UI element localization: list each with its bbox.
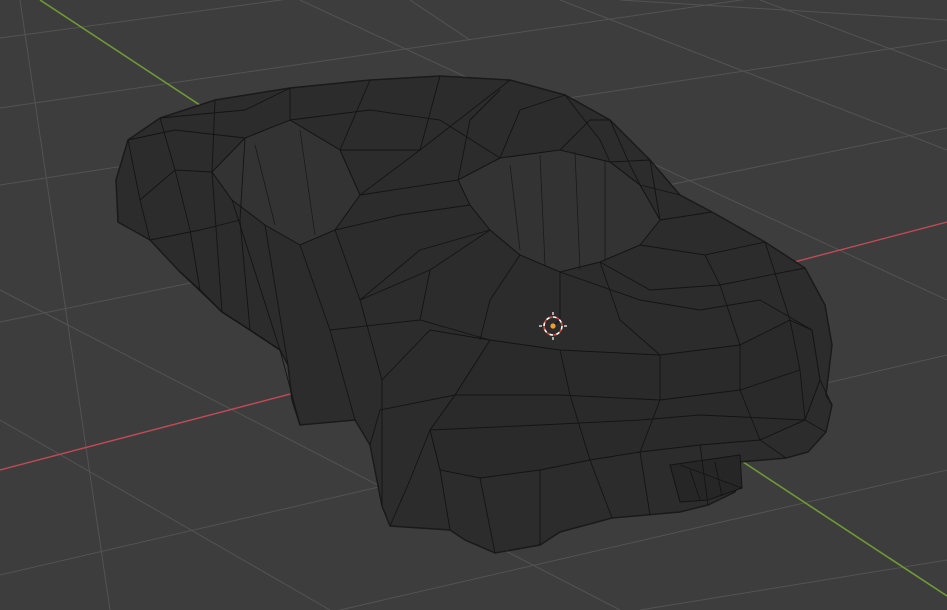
viewport-canvas[interactable]: [0, 0, 947, 610]
3d-cursor-hit-area[interactable]: [539, 312, 567, 340]
3d-viewport[interactable]: [0, 0, 947, 610]
